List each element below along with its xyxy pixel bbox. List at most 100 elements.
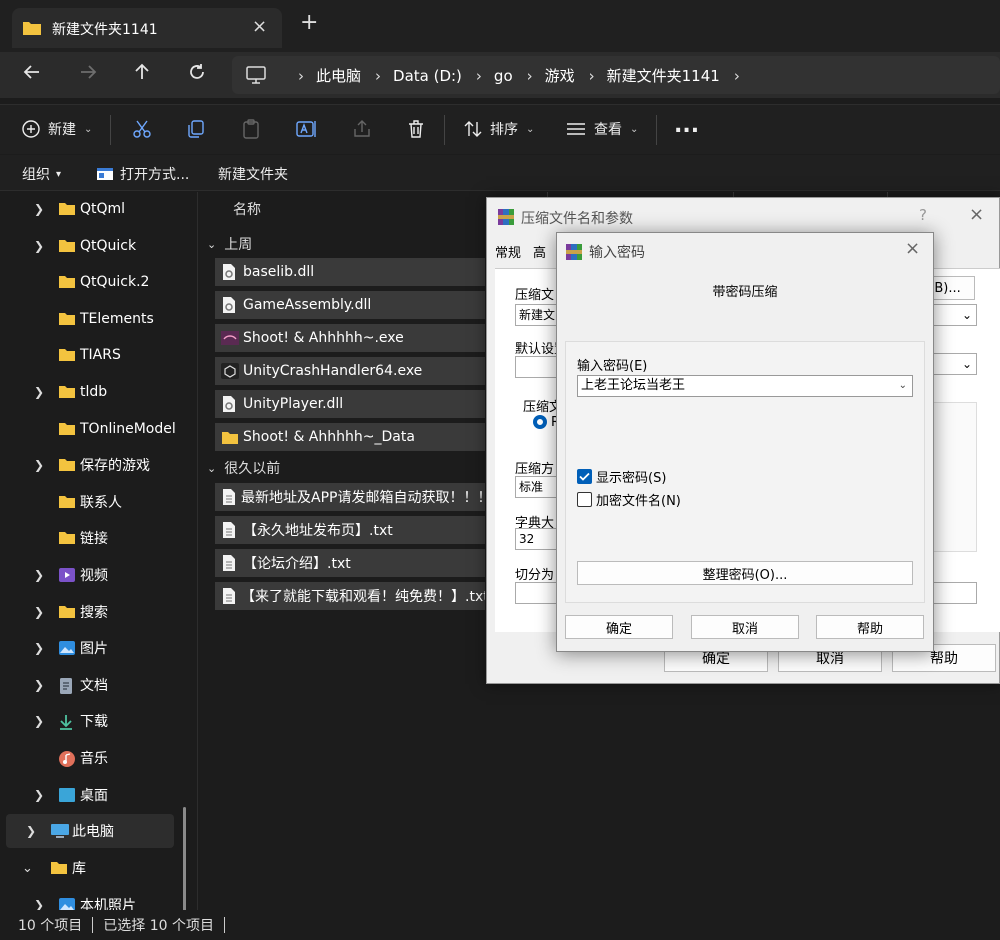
format-radio-rar[interactable]	[533, 415, 547, 429]
cut-icon[interactable]	[132, 119, 152, 143]
file-row[interactable]: GameAssembly.dll	[215, 291, 485, 319]
file-row[interactable]: UnityCrashHandler64.exe	[215, 357, 485, 385]
navigation-pane[interactable]: ❯ QtQml ❯ QtQuick QtQuick.2 TElements TIARS ❯ tl…	[0, 192, 198, 910]
view-button[interactable]: 查看 ⌄	[566, 119, 638, 139]
tab-close-icon[interactable]: ×	[252, 16, 267, 37]
tab-general[interactable]: 常规	[495, 242, 521, 261]
file-row[interactable]: Shoot! & Ahhhhh~.exe	[215, 324, 485, 352]
archive-name-dropdown[interactable]: ⌄	[933, 304, 977, 326]
expand-chevron-icon[interactable]: ❯	[26, 824, 36, 838]
help-icon[interactable]: ?	[919, 206, 927, 224]
sort-button[interactable]: 排序 ⌄	[464, 119, 534, 139]
update-mode-dropdown[interactable]: ⌄	[933, 353, 977, 375]
file-row[interactable]: 【来了就能下载和观看！纯免费！】.txt	[215, 582, 485, 610]
sidebar-scrollbar[interactable]	[183, 807, 186, 910]
expand-chevron-icon[interactable]: ❯	[34, 202, 44, 216]
organize-button[interactable]: 组织 ▾	[22, 164, 61, 184]
refresh-icon[interactable]	[187, 62, 207, 87]
sidebar-item[interactable]: ❯ QtQml	[0, 192, 180, 226]
expand-chevron-icon[interactable]: ❯	[34, 239, 44, 253]
file-row[interactable]: Shoot! & Ahhhhh~_Data	[215, 423, 485, 451]
sidebar-item[interactable]: TOnlineModel	[0, 412, 180, 446]
file-row[interactable]: baselib.dll	[215, 258, 485, 286]
forward-arrow-icon[interactable]	[78, 62, 98, 87]
up-arrow-icon[interactable]	[132, 62, 152, 87]
expand-chevron-icon[interactable]: ❯	[34, 788, 44, 802]
chevron-right-icon[interactable]: ›	[527, 67, 533, 85]
sidebar-item[interactable]: TElements	[0, 302, 180, 336]
organize-passwords-button[interactable]: 整理密码(O)...	[577, 561, 913, 585]
dll-icon	[221, 296, 239, 314]
password-input[interactable]: 上老王论坛当老王 ⌄	[577, 375, 913, 397]
file-row[interactable]: UnityPlayer.dll	[215, 390, 485, 418]
share-icon[interactable]	[352, 119, 372, 143]
breadcrumb-item[interactable]: Data (D:)	[393, 67, 462, 85]
sidebar-item[interactable]: ❯ 下载	[0, 704, 180, 738]
breadcrumb-item[interactable]: 此电脑	[316, 65, 361, 86]
sidebar-item-camera-roll[interactable]: ❯ 本机照片	[0, 888, 180, 910]
file-row[interactable]: 【永久地址发布页】.txt	[215, 516, 485, 544]
chevron-right-icon[interactable]: ›	[375, 67, 381, 85]
rename-icon[interactable]	[296, 119, 318, 143]
new-tab-icon[interactable]: +	[300, 12, 318, 34]
new-button[interactable]: 新建 ⌄	[22, 119, 92, 139]
ok-button[interactable]: 确定	[565, 615, 673, 639]
expand-chevron-icon[interactable]: ❯	[34, 641, 44, 655]
open-with-button[interactable]: 打开方式...	[96, 164, 189, 184]
paste-icon[interactable]	[241, 119, 261, 143]
sidebar-item[interactable]: ❯ 文档	[0, 668, 180, 702]
sidebar-item-library[interactable]: ⌄ 库	[0, 851, 180, 885]
sidebar-item-this-pc[interactable]: ❯ 此电脑	[6, 814, 174, 848]
delete-icon[interactable]	[406, 119, 426, 143]
tab-current-folder[interactable]: 新建文件夹1141 ×	[12, 8, 282, 48]
breadcrumb-item[interactable]: go	[494, 67, 513, 85]
expand-chevron-icon[interactable]: ❯	[34, 458, 44, 472]
sidebar-item[interactable]: ❯ 视频	[0, 558, 180, 592]
breadcrumb-item[interactable]: 新建文件夹1141	[607, 65, 720, 86]
expand-chevron-icon[interactable]: ❯	[34, 605, 44, 619]
chevron-right-icon[interactable]: ›	[589, 67, 595, 85]
breadcrumb: › 此电脑 › Data (D:) › go › 游戏 › 新建文件夹1141 …	[284, 65, 752, 86]
file-row[interactable]: 最新地址及APP请发邮箱自动获取！！！	[215, 483, 485, 511]
expand-chevron-icon[interactable]: ❯	[34, 898, 44, 910]
sidebar-item[interactable]: ❯ 桌面	[0, 778, 180, 812]
dialog-title: 压缩文件名和参数	[521, 211, 633, 227]
expand-chevron-icon[interactable]: ❯	[34, 568, 44, 582]
chevron-right-icon[interactable]: ›	[734, 67, 740, 85]
show-password-checkbox[interactable]: 显示密码(S)	[577, 467, 666, 486]
close-icon[interactable]: ×	[905, 238, 920, 259]
help-button[interactable]: 帮助	[816, 615, 924, 639]
breadcrumb-item[interactable]: 游戏	[545, 65, 575, 86]
sidebar-item[interactable]: ❯ 搜索	[0, 595, 180, 629]
sidebar-item[interactable]: 音乐	[0, 741, 180, 775]
chevron-down-icon[interactable]: ⌄	[899, 376, 907, 396]
right-input[interactable]	[933, 582, 977, 604]
expand-chevron-icon[interactable]: ❯	[34, 385, 44, 399]
more-options-button[interactable]: ...	[674, 113, 699, 138]
sidebar-item[interactable]: 联系人	[0, 485, 180, 519]
encrypt-filenames-checkbox[interactable]: 加密文件名(N)	[577, 490, 681, 509]
back-arrow-icon[interactable]	[22, 62, 42, 87]
copy-icon[interactable]	[186, 119, 206, 143]
close-icon[interactable]: ×	[969, 204, 984, 225]
new-folder-button[interactable]: 新建文件夹	[218, 164, 288, 184]
file-row[interactable]: 【论坛介绍】.txt	[215, 549, 485, 577]
column-header-name[interactable]: 名称	[233, 199, 261, 219]
sidebar-item[interactable]: ❯ tldb	[0, 375, 180, 409]
group-header-long-ago[interactable]: ⌄ 很久以前	[207, 458, 280, 478]
chevron-down-icon[interactable]: ⌄	[22, 861, 33, 876]
group-header-last-week[interactable]: ⌄ 上周	[207, 234, 252, 254]
compression-method-label: 压缩方	[515, 462, 555, 477]
sidebar-item[interactable]: 链接	[0, 521, 180, 555]
expand-chevron-icon[interactable]: ❯	[34, 678, 44, 692]
chevron-right-icon[interactable]: ›	[476, 67, 482, 85]
address-bar[interactable]: › 此电脑 › Data (D:) › go › 游戏 › 新建文件夹1141 …	[232, 56, 1000, 94]
tab-advanced[interactable]: 高	[533, 242, 546, 261]
sidebar-item[interactable]: QtQuick.2	[0, 265, 180, 299]
sidebar-item[interactable]: TIARS	[0, 338, 180, 372]
sidebar-item[interactable]: ❯ 图片	[0, 631, 180, 665]
sidebar-item[interactable]: ❯ QtQuick	[0, 229, 180, 263]
sidebar-item[interactable]: ❯ 保存的游戏	[0, 448, 180, 482]
cancel-button[interactable]: 取消	[691, 615, 799, 639]
expand-chevron-icon[interactable]: ❯	[34, 714, 44, 728]
